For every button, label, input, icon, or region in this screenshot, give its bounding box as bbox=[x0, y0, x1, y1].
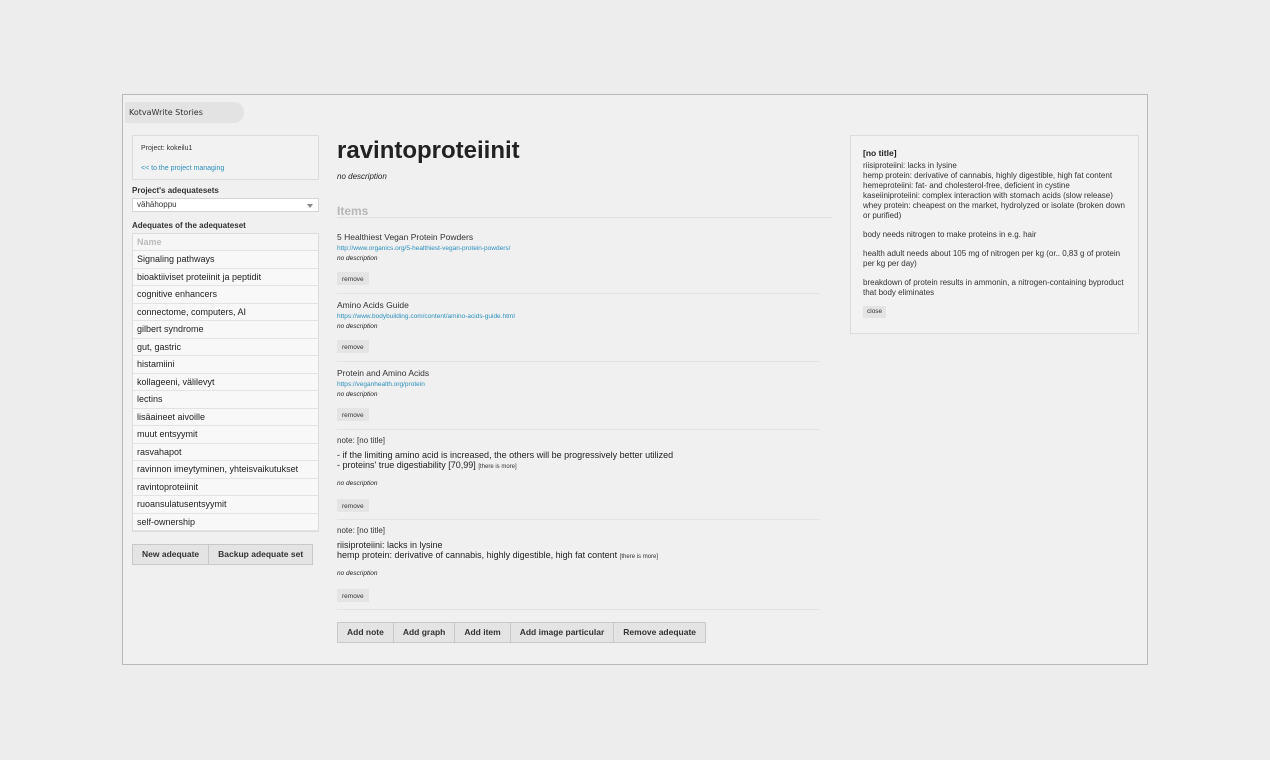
item-link[interactable]: http://www.organics.org/5-healthiest-veg… bbox=[337, 245, 819, 252]
adequateset-selected-value: vähähoppu bbox=[137, 200, 177, 209]
note-line: - if the limiting amino acid is increase… bbox=[337, 450, 674, 460]
adequate-row[interactable]: histamiini bbox=[133, 356, 318, 374]
show-more-link[interactable]: [there is more] bbox=[620, 554, 658, 560]
divider bbox=[337, 609, 819, 610]
new-adequate-button[interactable]: New adequate bbox=[133, 545, 210, 564]
show-more-link[interactable]: [there is more] bbox=[478, 464, 516, 470]
note-panel-line: kaseiiniproteiini: complex interaction w… bbox=[863, 191, 1113, 200]
page-title: ravintoproteiinit bbox=[337, 137, 520, 164]
project-managing-link[interactable]: << to the project managing bbox=[141, 165, 224, 172]
adequate-actions: New adequate Backup adequate set bbox=[132, 544, 314, 565]
list-item: Protein and Amino Acids https://veganhea… bbox=[337, 368, 819, 422]
note-line: riisiproteiini: lacks in lysine bbox=[337, 540, 443, 550]
remove-button[interactable]: remove bbox=[337, 499, 369, 512]
adequates-table: Name Signaling pathways bioaktiiviset pr… bbox=[132, 233, 319, 532]
items-heading: Items bbox=[337, 204, 369, 218]
adequate-row[interactable]: cognitive enhancers bbox=[133, 286, 318, 304]
divider bbox=[337, 361, 819, 362]
item-title: 5 Healthiest Vegan Protein Powders bbox=[337, 232, 474, 242]
note-item: note: [no title] - if the limiting amino… bbox=[337, 436, 819, 513]
divider bbox=[337, 429, 819, 430]
note-panel-title: [no title] bbox=[863, 148, 897, 158]
backup-adequate-set-button[interactable]: Backup adequate set bbox=[209, 545, 313, 564]
adequate-row[interactable]: Signaling pathways bbox=[133, 251, 318, 269]
remove-button[interactable]: remove bbox=[337, 589, 369, 602]
note-title: note: [no title] bbox=[337, 436, 386, 445]
item-link[interactable]: https://www.bodybuilding.com/content/ami… bbox=[337, 313, 819, 320]
note-line: hemp protein: derivative of cannabis, hi… bbox=[337, 550, 618, 560]
app-title-tab[interactable]: KotvaWrite Stories bbox=[125, 102, 244, 123]
adequate-row[interactable]: lisäaineet aivoille bbox=[133, 408, 318, 426]
add-note-button[interactable]: Add note bbox=[338, 623, 394, 642]
adequatesets-label: Project's adequatesets bbox=[132, 186, 219, 195]
close-button[interactable]: close bbox=[863, 306, 887, 318]
add-graph-button[interactable]: Add graph bbox=[393, 623, 456, 642]
note-panel-line: hemeproteiini: fat- and cholesterol-free… bbox=[863, 181, 1070, 190]
item-description: no description bbox=[337, 391, 378, 398]
project-name: Project: kokeilu1 bbox=[141, 145, 193, 152]
add-image-particular-button[interactable]: Add image particular bbox=[510, 623, 615, 642]
project-info-box: Project: kokeilu1 << to the project mana… bbox=[132, 135, 319, 180]
adequate-row[interactable]: lectins bbox=[133, 391, 318, 409]
adequate-row[interactable]: ravintoproteiinit bbox=[133, 478, 318, 496]
note-panel-line: riisiproteiini: lacks in lysine bbox=[863, 161, 957, 170]
adequate-row[interactable]: gilbert syndrome bbox=[133, 321, 318, 339]
adequate-row[interactable]: gut, gastric bbox=[133, 338, 318, 356]
chevron-down-icon bbox=[307, 204, 313, 208]
note-panel-paragraph: health adult needs about 105 mg of nitro… bbox=[863, 249, 1121, 268]
note-description: no description bbox=[337, 480, 378, 487]
list-item: 5 Healthiest Vegan Protein Powders http:… bbox=[337, 232, 819, 286]
note-item: note: [no title] riisiproteiini: lacks i… bbox=[337, 526, 819, 603]
adequateset-select[interactable]: vähähoppu bbox=[132, 198, 319, 212]
note-text: - if the limiting amino acid is increase… bbox=[337, 450, 819, 472]
note-panel-body: riisiproteiini: lacks in lysine hemp pro… bbox=[863, 161, 1126, 298]
remove-adequate-button[interactable]: Remove adequate bbox=[614, 623, 706, 642]
adequate-row[interactable]: rasvahapot bbox=[133, 443, 318, 461]
divider bbox=[337, 293, 819, 294]
adequate-row[interactable]: bioaktiiviset proteiinit ja peptidit bbox=[133, 268, 318, 286]
note-panel-paragraph: body needs nitrogen to make proteins in … bbox=[863, 230, 1037, 239]
item-description: no description bbox=[337, 255, 378, 262]
item-title: Protein and Amino Acids bbox=[337, 368, 430, 378]
adequate-row[interactable]: ruoansulatusentsyymit bbox=[133, 496, 318, 514]
item-link[interactable]: https://veganhealth.org/protein bbox=[337, 381, 819, 388]
page-description: no description bbox=[337, 172, 387, 181]
adequate-row[interactable]: muut entsyymit bbox=[133, 426, 318, 444]
note-panel-line: hemp protein: derivative of cannabis, hi… bbox=[863, 171, 1113, 180]
adequate-row[interactable]: kollageeni, välilevyt bbox=[133, 373, 318, 391]
item-description: no description bbox=[337, 323, 378, 330]
adequate-content-actions: Add note Add graph Add item Add image pa… bbox=[337, 622, 707, 643]
note-description: no description bbox=[337, 570, 378, 577]
note-panel-line: whey protein: cheapest on the market, hy… bbox=[863, 201, 1125, 220]
adequates-label: Adequates of the adequateset bbox=[132, 221, 246, 230]
adequate-row[interactable]: ravinnon imeytyminen, yhteisvaikutukset bbox=[133, 461, 318, 479]
adequate-row[interactable]: self-ownership bbox=[133, 513, 318, 531]
add-item-button[interactable]: Add item bbox=[455, 623, 511, 642]
remove-button[interactable]: remove bbox=[337, 340, 369, 353]
note-panel-paragraph: breakdown of protein results in ammonin,… bbox=[863, 278, 1124, 297]
divider bbox=[337, 217, 832, 218]
adequate-row[interactable]: connectome, computers, AI bbox=[133, 303, 318, 321]
note-detail-panel: [no title] riisiproteiini: lacks in lysi… bbox=[850, 135, 1139, 334]
remove-button[interactable]: remove bbox=[337, 272, 369, 285]
item-title: Amino Acids Guide bbox=[337, 300, 409, 310]
divider bbox=[337, 519, 819, 520]
remove-button[interactable]: remove bbox=[337, 408, 369, 421]
note-line: - proteins' true digestiability [70,99] bbox=[337, 460, 476, 470]
list-item: Amino Acids Guide https://www.bodybuildi… bbox=[337, 300, 819, 354]
app-window: KotvaWrite Stories Project: kokeilu1 << … bbox=[122, 94, 1148, 665]
note-title: note: [no title] bbox=[337, 526, 386, 535]
note-text: riisiproteiini: lacks in lysine hemp pro… bbox=[337, 540, 819, 562]
adequates-table-header: Name bbox=[133, 234, 318, 251]
